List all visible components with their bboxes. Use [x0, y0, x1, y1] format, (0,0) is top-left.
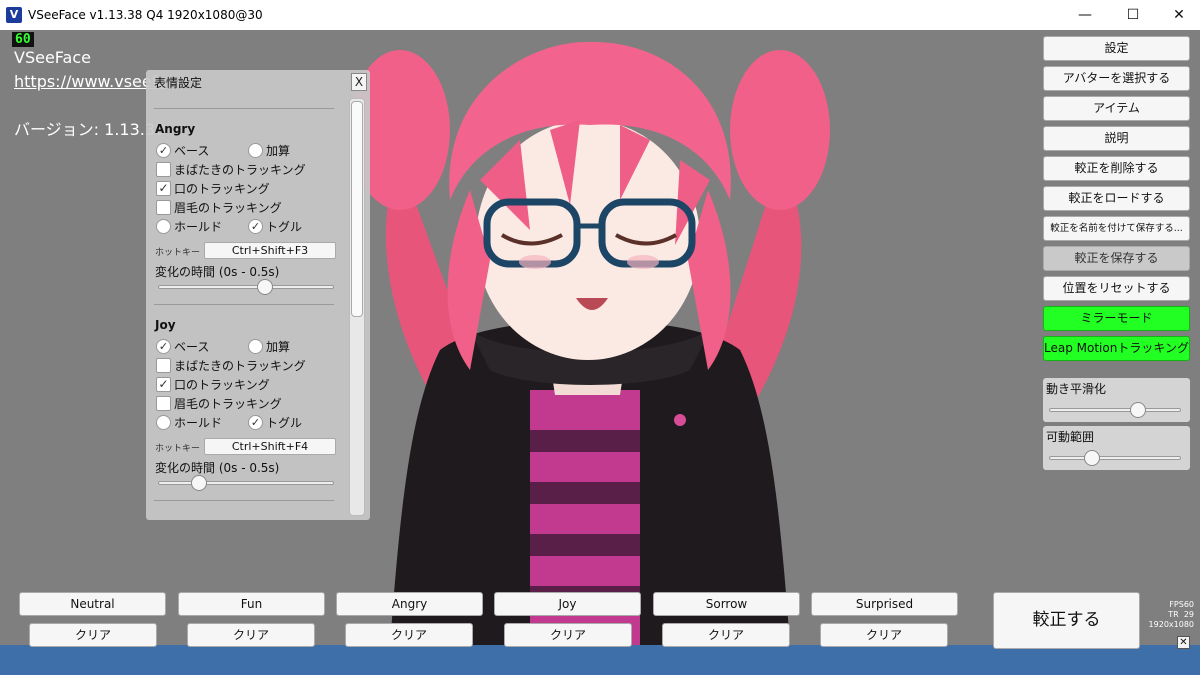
hotkey-field-angry[interactable]: Ctrl+Shift+F3	[204, 242, 336, 259]
hotkey-field-joy[interactable]: Ctrl+Shift+F4	[204, 438, 336, 455]
calibrate-button[interactable]: 較正する	[993, 592, 1140, 649]
reset-position-button[interactable]: 位置をリセットする	[1043, 276, 1190, 301]
smoothing-control: 動き平滑化	[1043, 378, 1190, 422]
section-title-angry: Angry	[155, 122, 196, 136]
expression-button-joy[interactable]: Joy	[494, 592, 641, 616]
checkbox-icon	[156, 396, 171, 411]
expression-settings-panel: 表情設定 X Angry ✓ ベース 加算 まばたきのトラッキング ✓ 口のトラッキ…	[146, 70, 370, 520]
load-calibration-button[interactable]: 較正をロードする	[1043, 186, 1190, 211]
app-name-label: VSeeFace	[14, 48, 91, 67]
avatar-viewport[interactable]: 60 VSeeFace https://www.vseefa バージョン: 1.…	[0, 30, 1200, 675]
divider	[154, 304, 334, 305]
hold-radio-joy[interactable]: ホールド	[156, 415, 222, 431]
panel-scrollbar[interactable]	[349, 98, 365, 516]
delete-calibration-button[interactable]: 較正を削除する	[1043, 156, 1190, 181]
expression-button-fun[interactable]: Fun	[178, 592, 325, 616]
maximize-button[interactable]: ☐	[1110, 0, 1156, 30]
hotkey-label: ホットキー	[155, 248, 201, 258]
checkbox-icon: ✓	[156, 181, 171, 196]
clear-button-angry[interactable]: クリア	[345, 623, 473, 647]
help-button[interactable]: 説明	[1043, 126, 1190, 151]
app-logo-icon: V	[6, 7, 22, 23]
mouth-tracking-checkbox-angry[interactable]: ✓ 口のトラッキング	[156, 181, 270, 197]
checkbox-icon	[156, 162, 171, 177]
checkbox-icon: ✓	[156, 377, 171, 392]
radio-icon: ✓	[248, 415, 263, 430]
brow-tracking-checkbox-angry[interactable]: 眉毛のトラッキング	[156, 200, 282, 216]
brow-tracking-checkbox-joy[interactable]: 眉毛のトラッキング	[156, 396, 282, 412]
blink-tracking-checkbox-angry[interactable]: まばたきのトラッキング	[156, 162, 306, 178]
expression-button-neutral[interactable]: Neutral	[19, 592, 166, 616]
smoothing-label: 動き平滑化	[1046, 382, 1107, 396]
additive-radio-angry[interactable]: 加算	[248, 143, 290, 159]
hotkey-label: ホットキー	[155, 444, 201, 454]
select-avatar-button[interactable]: アバターを選択する	[1043, 66, 1190, 91]
floor	[0, 645, 1200, 675]
additive-radio-icon	[248, 143, 263, 158]
divider	[154, 500, 334, 501]
transition-time-slider-angry[interactable]	[158, 279, 334, 295]
window-title: VSeeFace v1.13.38 Q4 1920x1080@30	[28, 8, 263, 22]
expression-button-sorrow[interactable]: Sorrow	[653, 592, 800, 616]
transition-time-slider-joy[interactable]	[158, 475, 334, 491]
additive-radio-icon	[248, 339, 263, 354]
save-calibration-as-button[interactable]: 較正を名前を付けて保存する...	[1043, 216, 1190, 241]
mirror-mode-button[interactable]: ミラーモード	[1043, 306, 1190, 331]
range-control: 可動範囲	[1043, 426, 1190, 470]
transition-time-label: 変化の時間 (0s - 0.5s)	[155, 265, 280, 279]
panel-title: 表情設定	[154, 76, 203, 90]
performance-stats: FPS60 TR 29 1920x1080	[1148, 600, 1194, 630]
mouth-tracking-checkbox-joy[interactable]: ✓ 口のトラッキング	[156, 377, 270, 393]
version-label: バージョン: 1.13.38	[14, 120, 166, 139]
blink-tracking-checkbox-joy[interactable]: まばたきのトラッキング	[156, 358, 306, 374]
clear-button-surprised[interactable]: クリア	[820, 623, 948, 647]
range-slider[interactable]	[1049, 450, 1181, 466]
clear-button-sorrow[interactable]: クリア	[662, 623, 790, 647]
base-checkbox-angry[interactable]: ✓ ベース	[156, 143, 209, 159]
clear-button-joy[interactable]: クリア	[504, 623, 632, 647]
close-panel-button[interactable]: X	[351, 73, 367, 91]
base-radio-icon: ✓	[156, 143, 171, 158]
base-radio-icon: ✓	[156, 339, 171, 354]
additive-radio-joy[interactable]: 加算	[248, 339, 290, 355]
range-label: 可動範囲	[1046, 430, 1095, 444]
section-title-joy: Joy	[155, 318, 176, 332]
smoothing-slider[interactable]	[1049, 402, 1181, 418]
clear-button-fun[interactable]: クリア	[187, 623, 315, 647]
radio-icon: ✓	[248, 219, 263, 234]
expression-button-surprised[interactable]: Surprised	[811, 592, 958, 616]
radio-icon	[156, 219, 171, 234]
close-ui-icon[interactable]: ✕	[1177, 636, 1190, 649]
settings-button[interactable]: 設定	[1043, 36, 1190, 61]
close-window-button[interactable]: ✕	[1156, 0, 1200, 30]
clear-button-neutral[interactable]: クリア	[29, 623, 157, 647]
toggle-radio-joy[interactable]: ✓ トグル	[248, 415, 302, 431]
stat-resolution: 1920x1080	[1148, 620, 1194, 629]
transition-time-label: 変化の時間 (0s - 0.5s)	[155, 461, 280, 475]
fps-counter: 60	[12, 32, 34, 47]
checkbox-icon	[156, 200, 171, 215]
title-bar: V VSeeFace v1.13.38 Q4 1920x1080@30 — ☐ …	[0, 0, 1200, 30]
slider-knob[interactable]	[1084, 450, 1101, 466]
avatar-model	[350, 41, 830, 645]
expression-button-angry[interactable]: Angry	[336, 592, 483, 616]
slider-knob[interactable]	[190, 475, 207, 491]
base-checkbox-joy[interactable]: ✓ ベース	[156, 339, 209, 355]
website-link[interactable]: https://www.vseefa	[14, 72, 167, 91]
leap-motion-button[interactable]: Leap Motionトラッキング	[1043, 336, 1190, 361]
minimize-button[interactable]: —	[1062, 0, 1108, 30]
scrollbar-thumb[interactable]	[351, 101, 363, 317]
checkbox-icon	[156, 358, 171, 373]
items-button[interactable]: アイテム	[1043, 96, 1190, 121]
radio-icon	[156, 415, 171, 430]
hold-radio-angry[interactable]: ホールド	[156, 219, 222, 235]
slider-knob[interactable]	[1129, 402, 1146, 418]
stat-tracking-rate: TR 29	[1168, 610, 1194, 619]
toggle-radio-angry[interactable]: ✓ トグル	[248, 219, 302, 235]
slider-knob[interactable]	[256, 279, 273, 295]
divider	[154, 108, 334, 109]
stat-fps: FPS60	[1169, 600, 1194, 609]
save-calibration-button[interactable]: 較正を保存する	[1043, 246, 1190, 271]
